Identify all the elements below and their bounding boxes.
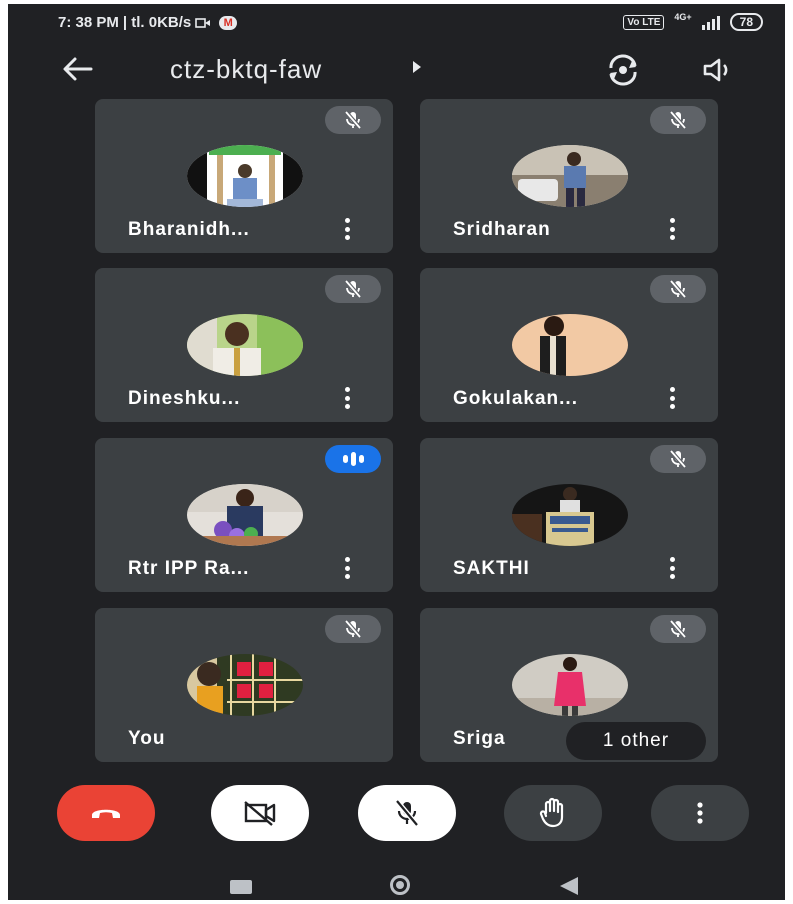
mic-off-icon: [669, 279, 687, 299]
avatar: [512, 314, 628, 376]
camera-switch-icon: [609, 54, 637, 86]
avatar-photo: [187, 484, 303, 546]
avatar-photo: [187, 654, 303, 716]
meeting-code[interactable]: ctz-bktq-faw: [170, 54, 322, 85]
switch-camera-button[interactable]: [604, 54, 642, 86]
avatar: [187, 484, 303, 546]
raise-hand-button[interactable]: [504, 785, 602, 841]
mic-off-icon: [669, 449, 687, 469]
speaker-icon: [703, 58, 728, 82]
battery-icon: 78: [729, 13, 763, 31]
avatar: [187, 654, 303, 716]
participant-tile-self[interactable]: You: [95, 608, 393, 762]
participant-name: SAKTHI: [453, 558, 530, 579]
mic-muted-badge: [650, 106, 706, 134]
mic-off-icon: [344, 110, 362, 130]
participant-tile[interactable]: Gokulakan...: [420, 268, 718, 422]
participant-name: You: [128, 728, 166, 749]
gmail-notification-icon: M: [219, 15, 238, 30]
avatar: [512, 145, 628, 207]
avatar: [512, 484, 628, 546]
mic-off-icon: [669, 619, 687, 639]
video-notification-icon: [195, 17, 211, 28]
signal-icon: [701, 14, 720, 30]
mic-off-icon: [395, 799, 419, 827]
avatar-photo: [512, 657, 628, 716]
system-navigation-bar: [8, 856, 785, 900]
participant-tile[interactable]: Sridharan: [420, 99, 718, 253]
avatar: [187, 314, 303, 376]
avatar: [512, 654, 628, 716]
participant-name: Sriga: [453, 728, 506, 749]
avatar: [187, 145, 303, 207]
participant-tile[interactable]: Rtr IPP Ra...: [95, 438, 393, 592]
status-bar: 7: 38 PM | tl. 0KB/s M Vo LTE 4G+ 78: [8, 4, 785, 38]
speaking-indicator: [325, 445, 381, 473]
mic-muted-badge: [325, 106, 381, 134]
mic-off-icon: [669, 110, 687, 130]
participant-more-button[interactable]: [670, 557, 676, 579]
mic-toggle-button[interactable]: [358, 785, 456, 841]
mic-off-icon: [344, 619, 362, 639]
volte-icon: Vo LTE: [623, 14, 665, 30]
mic-muted-badge: [650, 275, 706, 303]
mic-muted-badge: [325, 275, 381, 303]
recents-icon[interactable]: [230, 880, 252, 894]
mic-muted-badge: [650, 445, 706, 473]
audio-level-icon: [342, 455, 348, 463]
participant-more-button[interactable]: [670, 218, 676, 240]
meeting-header: ctz-bktq-faw: [8, 44, 785, 94]
participant-name: Sridharan: [453, 219, 551, 240]
phone-screen: 7: 38 PM | tl. 0KB/s M Vo LTE 4G+ 78 ctz…: [8, 4, 785, 900]
mic-off-icon: [344, 279, 362, 299]
audio-output-button[interactable]: [701, 55, 737, 85]
participant-name: Rtr IPP Ra...: [128, 558, 250, 579]
home-icon[interactable]: [390, 875, 410, 895]
more-vert-icon: [697, 802, 703, 824]
participant-tile[interactable]: Bharanidh...: [95, 99, 393, 253]
camera-toggle-button[interactable]: [211, 785, 309, 841]
avatar-photo: [512, 145, 628, 207]
participant-name: Gokulakan...: [453, 388, 578, 409]
participant-tile[interactable]: Dineshku...: [95, 268, 393, 422]
avatar-photo: [187, 145, 303, 207]
avatar-photo: [512, 487, 594, 546]
back-button[interactable]: [60, 54, 96, 84]
end-call-button[interactable]: [57, 785, 155, 841]
phone-hangup-icon: [92, 809, 120, 818]
meeting-details-caret-icon[interactable]: [413, 61, 421, 73]
status-time: 7: 38 PM: [58, 14, 119, 31]
participant-more-button[interactable]: [670, 387, 676, 409]
arrow-back-icon: [63, 57, 93, 81]
hand-icon: [539, 797, 564, 828]
participant-name: Dineshku...: [128, 388, 241, 409]
avatar-photo: [540, 316, 566, 376]
mic-muted-badge: [650, 615, 706, 643]
participant-tile[interactable]: SAKTHI: [420, 438, 718, 592]
mic-muted-badge: [325, 615, 381, 643]
camera-off-icon: [244, 801, 276, 826]
avatar-photo: [187, 314, 303, 376]
more-options-button[interactable]: [651, 785, 749, 841]
participant-name: Bharanidh...: [128, 219, 250, 240]
participant-more-button[interactable]: [345, 218, 351, 240]
participant-more-button[interactable]: [345, 557, 351, 579]
back-triangle-icon[interactable]: [560, 877, 578, 895]
status-net-speed: | tl. 0KB/s: [122, 14, 192, 31]
participant-more-button[interactable]: [345, 387, 351, 409]
other-participants-chip[interactable]: 1 other: [566, 722, 706, 760]
network-type: 4G+: [674, 12, 692, 22]
